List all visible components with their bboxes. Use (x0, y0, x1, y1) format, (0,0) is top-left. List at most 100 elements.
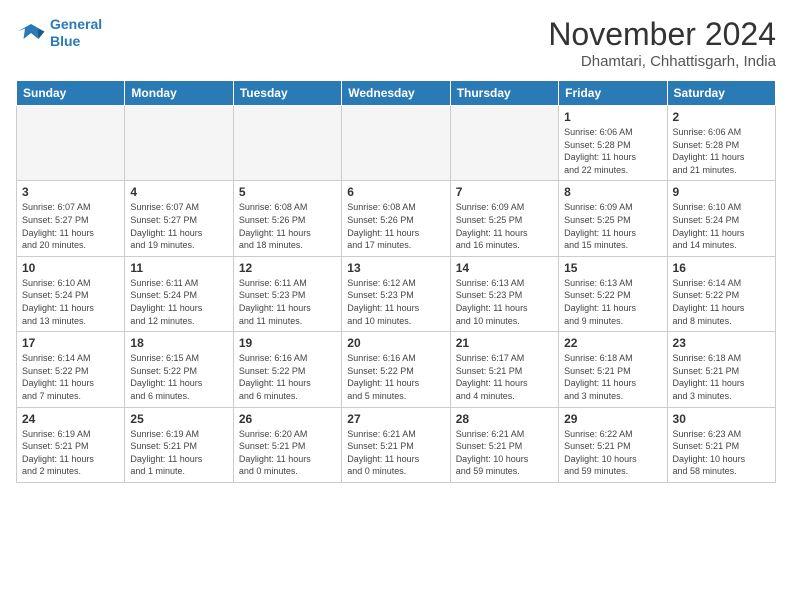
day-number: 23 (673, 336, 770, 350)
day-cell: 19 Sunrise: 6:16 AM Sunset: 5:22 PM Dayli… (233, 332, 341, 407)
location-subtitle: Dhamtari, Chhattisgarh, India (548, 53, 776, 70)
day-info: Sunrise: 6:10 AM Sunset: 5:24 PM Dayligh… (673, 201, 770, 251)
day-info: Sunrise: 6:12 AM Sunset: 5:23 PM Dayligh… (347, 277, 444, 327)
day-cell: 4Sunrise: 6:07 AM Sunset: 5:27 PM Daylig… (125, 181, 233, 256)
day-number: 8 (564, 185, 661, 199)
day-info: Sunrise: 6:10 AM Sunset: 5:24 PM Dayligh… (22, 277, 119, 327)
day-number: 21 (456, 336, 553, 350)
day-info: Sunrise: 6:11 AM Sunset: 5:23 PM Dayligh… (239, 277, 336, 327)
day-cell: 11 Sunrise: 6:11 AM Sunset: 5:24 PM Dayli… (125, 256, 233, 331)
day-info: Sunrise: 6:15 AM Sunset: 5:22 PM Dayligh… (130, 352, 227, 402)
day-number: 29 (564, 412, 661, 426)
day-info: Sunrise: 6:07 AM Sunset: 5:27 PM Dayligh… (22, 201, 119, 251)
weekday-header-saturday: Saturday (667, 81, 775, 106)
day-info: Sunrise: 6:22 AM Sunset: 5:21 PM Dayligh… (564, 428, 661, 478)
day-cell (17, 106, 125, 181)
day-cell: 18Sunrise: 6:15 AM Sunset: 5:22 PM Dayli… (125, 332, 233, 407)
day-number: 26 (239, 412, 336, 426)
day-number: 2 (673, 110, 770, 124)
day-cell: 21 Sunrise: 6:17 AM Sunset: 5:21 PM Dayli… (450, 332, 558, 407)
weekday-header-friday: Friday (559, 81, 667, 106)
day-cell: 29 Sunrise: 6:22 AM Sunset: 5:21 PM Dayli… (559, 407, 667, 482)
day-info: Sunrise: 6:09 AM Sunset: 5:25 PM Dayligh… (456, 201, 553, 251)
week-row-1: 1 Sunrise: 6:06 AM Sunset: 5:28 PM Daylig… (17, 106, 776, 181)
week-row-5: 24 Sunrise: 6:19 AM Sunset: 5:21 PM Dayli… (17, 407, 776, 482)
day-info: Sunrise: 6:17 AM Sunset: 5:21 PM Dayligh… (456, 352, 553, 402)
day-number: 13 (347, 261, 444, 275)
day-cell: 16 Sunrise: 6:14 AM Sunset: 5:22 PM Dayli… (667, 256, 775, 331)
day-info: Sunrise: 6:08 AM Sunset: 5:26 PM Dayligh… (239, 201, 336, 251)
day-info: Sunrise: 6:13 AM Sunset: 5:22 PM Dayligh… (564, 277, 661, 327)
day-number: 24 (22, 412, 119, 426)
day-number: 17 (22, 336, 119, 350)
weekday-header-thursday: Thursday (450, 81, 558, 106)
day-cell (450, 106, 558, 181)
day-info: Sunrise: 6:08 AM Sunset: 5:26 PM Dayligh… (347, 201, 444, 251)
day-info: Sunrise: 6:06 AM Sunset: 5:28 PM Dayligh… (673, 126, 770, 176)
day-cell: 23 Sunrise: 6:18 AM Sunset: 5:21 PM Dayli… (667, 332, 775, 407)
day-info: Sunrise: 6:18 AM Sunset: 5:21 PM Dayligh… (564, 352, 661, 402)
day-number: 10 (22, 261, 119, 275)
day-cell: 22 Sunrise: 6:18 AM Sunset: 5:21 PM Dayli… (559, 332, 667, 407)
day-cell: 2 Sunrise: 6:06 AM Sunset: 5:28 PM Daylig… (667, 106, 775, 181)
day-number: 7 (456, 185, 553, 199)
day-info: Sunrise: 6:18 AM Sunset: 5:21 PM Dayligh… (673, 352, 770, 402)
weekday-header-wednesday: Wednesday (342, 81, 450, 106)
day-cell: 30Sunrise: 6:23 AM Sunset: 5:21 PM Dayli… (667, 407, 775, 482)
day-number: 1 (564, 110, 661, 124)
logo: General Blue (16, 16, 102, 50)
day-number: 16 (673, 261, 770, 275)
day-cell: 13 Sunrise: 6:12 AM Sunset: 5:23 PM Dayli… (342, 256, 450, 331)
day-number: 3 (22, 185, 119, 199)
day-info: Sunrise: 6:06 AM Sunset: 5:28 PM Dayligh… (564, 126, 661, 176)
day-number: 5 (239, 185, 336, 199)
day-info: Sunrise: 6:14 AM Sunset: 5:22 PM Dayligh… (673, 277, 770, 327)
day-cell: 6 Sunrise: 6:08 AM Sunset: 5:26 PM Daylig… (342, 181, 450, 256)
title-block: November 2024 Dhamtari, Chhattisgarh, In… (548, 16, 776, 70)
day-number: 6 (347, 185, 444, 199)
day-info: Sunrise: 6:16 AM Sunset: 5:22 PM Dayligh… (239, 352, 336, 402)
day-cell (342, 106, 450, 181)
day-cell: 27Sunrise: 6:21 AM Sunset: 5:21 PM Dayli… (342, 407, 450, 482)
day-cell: 14 Sunrise: 6:13 AM Sunset: 5:23 PM Dayli… (450, 256, 558, 331)
day-cell: 17 Sunrise: 6:14 AM Sunset: 5:22 PM Dayli… (17, 332, 125, 407)
day-number: 14 (456, 261, 553, 275)
weekday-header-monday: Monday (125, 81, 233, 106)
logo-text: General Blue (50, 16, 102, 50)
day-number: 28 (456, 412, 553, 426)
day-info: Sunrise: 6:19 AM Sunset: 5:21 PM Dayligh… (22, 428, 119, 478)
day-cell: 3 Sunrise: 6:07 AM Sunset: 5:27 PM Daylig… (17, 181, 125, 256)
day-number: 15 (564, 261, 661, 275)
day-info: Sunrise: 6:11 AM Sunset: 5:24 PM Dayligh… (130, 277, 227, 327)
day-cell (233, 106, 341, 181)
day-info: Sunrise: 6:20 AM Sunset: 5:21 PM Dayligh… (239, 428, 336, 478)
weekday-header-row: SundayMondayTuesdayWednesdayThursdayFrid… (17, 81, 776, 106)
day-info: Sunrise: 6:09 AM Sunset: 5:25 PM Dayligh… (564, 201, 661, 251)
day-number: 22 (564, 336, 661, 350)
day-cell: 26 Sunrise: 6:20 AM Sunset: 5:21 PM Dayli… (233, 407, 341, 482)
week-row-2: 3 Sunrise: 6:07 AM Sunset: 5:27 PM Daylig… (17, 181, 776, 256)
day-info: Sunrise: 6:13 AM Sunset: 5:23 PM Dayligh… (456, 277, 553, 327)
day-number: 4 (130, 185, 227, 199)
day-cell: 1 Sunrise: 6:06 AM Sunset: 5:28 PM Daylig… (559, 106, 667, 181)
weekday-header-sunday: Sunday (17, 81, 125, 106)
day-cell: 15 Sunrise: 6:13 AM Sunset: 5:22 PM Dayli… (559, 256, 667, 331)
day-number: 12 (239, 261, 336, 275)
day-number: 11 (130, 261, 227, 275)
calendar-table: SundayMondayTuesdayWednesdayThursdayFrid… (16, 80, 776, 483)
page-header: General Blue November 2024 Dhamtari, Chh… (16, 16, 776, 70)
day-number: 19 (239, 336, 336, 350)
day-number: 25 (130, 412, 227, 426)
day-cell: 24 Sunrise: 6:19 AM Sunset: 5:21 PM Dayli… (17, 407, 125, 482)
day-cell: 10 Sunrise: 6:10 AM Sunset: 5:24 PM Dayli… (17, 256, 125, 331)
day-cell: 20Sunrise: 6:16 AM Sunset: 5:22 PM Dayli… (342, 332, 450, 407)
day-info: Sunrise: 6:14 AM Sunset: 5:22 PM Dayligh… (22, 352, 119, 402)
day-cell (125, 106, 233, 181)
day-cell: 8 Sunrise: 6:09 AM Sunset: 5:25 PM Daylig… (559, 181, 667, 256)
day-info: Sunrise: 6:16 AM Sunset: 5:22 PM Dayligh… (347, 352, 444, 402)
week-row-4: 17 Sunrise: 6:14 AM Sunset: 5:22 PM Dayli… (17, 332, 776, 407)
week-row-3: 10 Sunrise: 6:10 AM Sunset: 5:24 PM Dayli… (17, 256, 776, 331)
day-number: 9 (673, 185, 770, 199)
day-info: Sunrise: 6:21 AM Sunset: 5:21 PM Dayligh… (456, 428, 553, 478)
day-number: 30 (673, 412, 770, 426)
